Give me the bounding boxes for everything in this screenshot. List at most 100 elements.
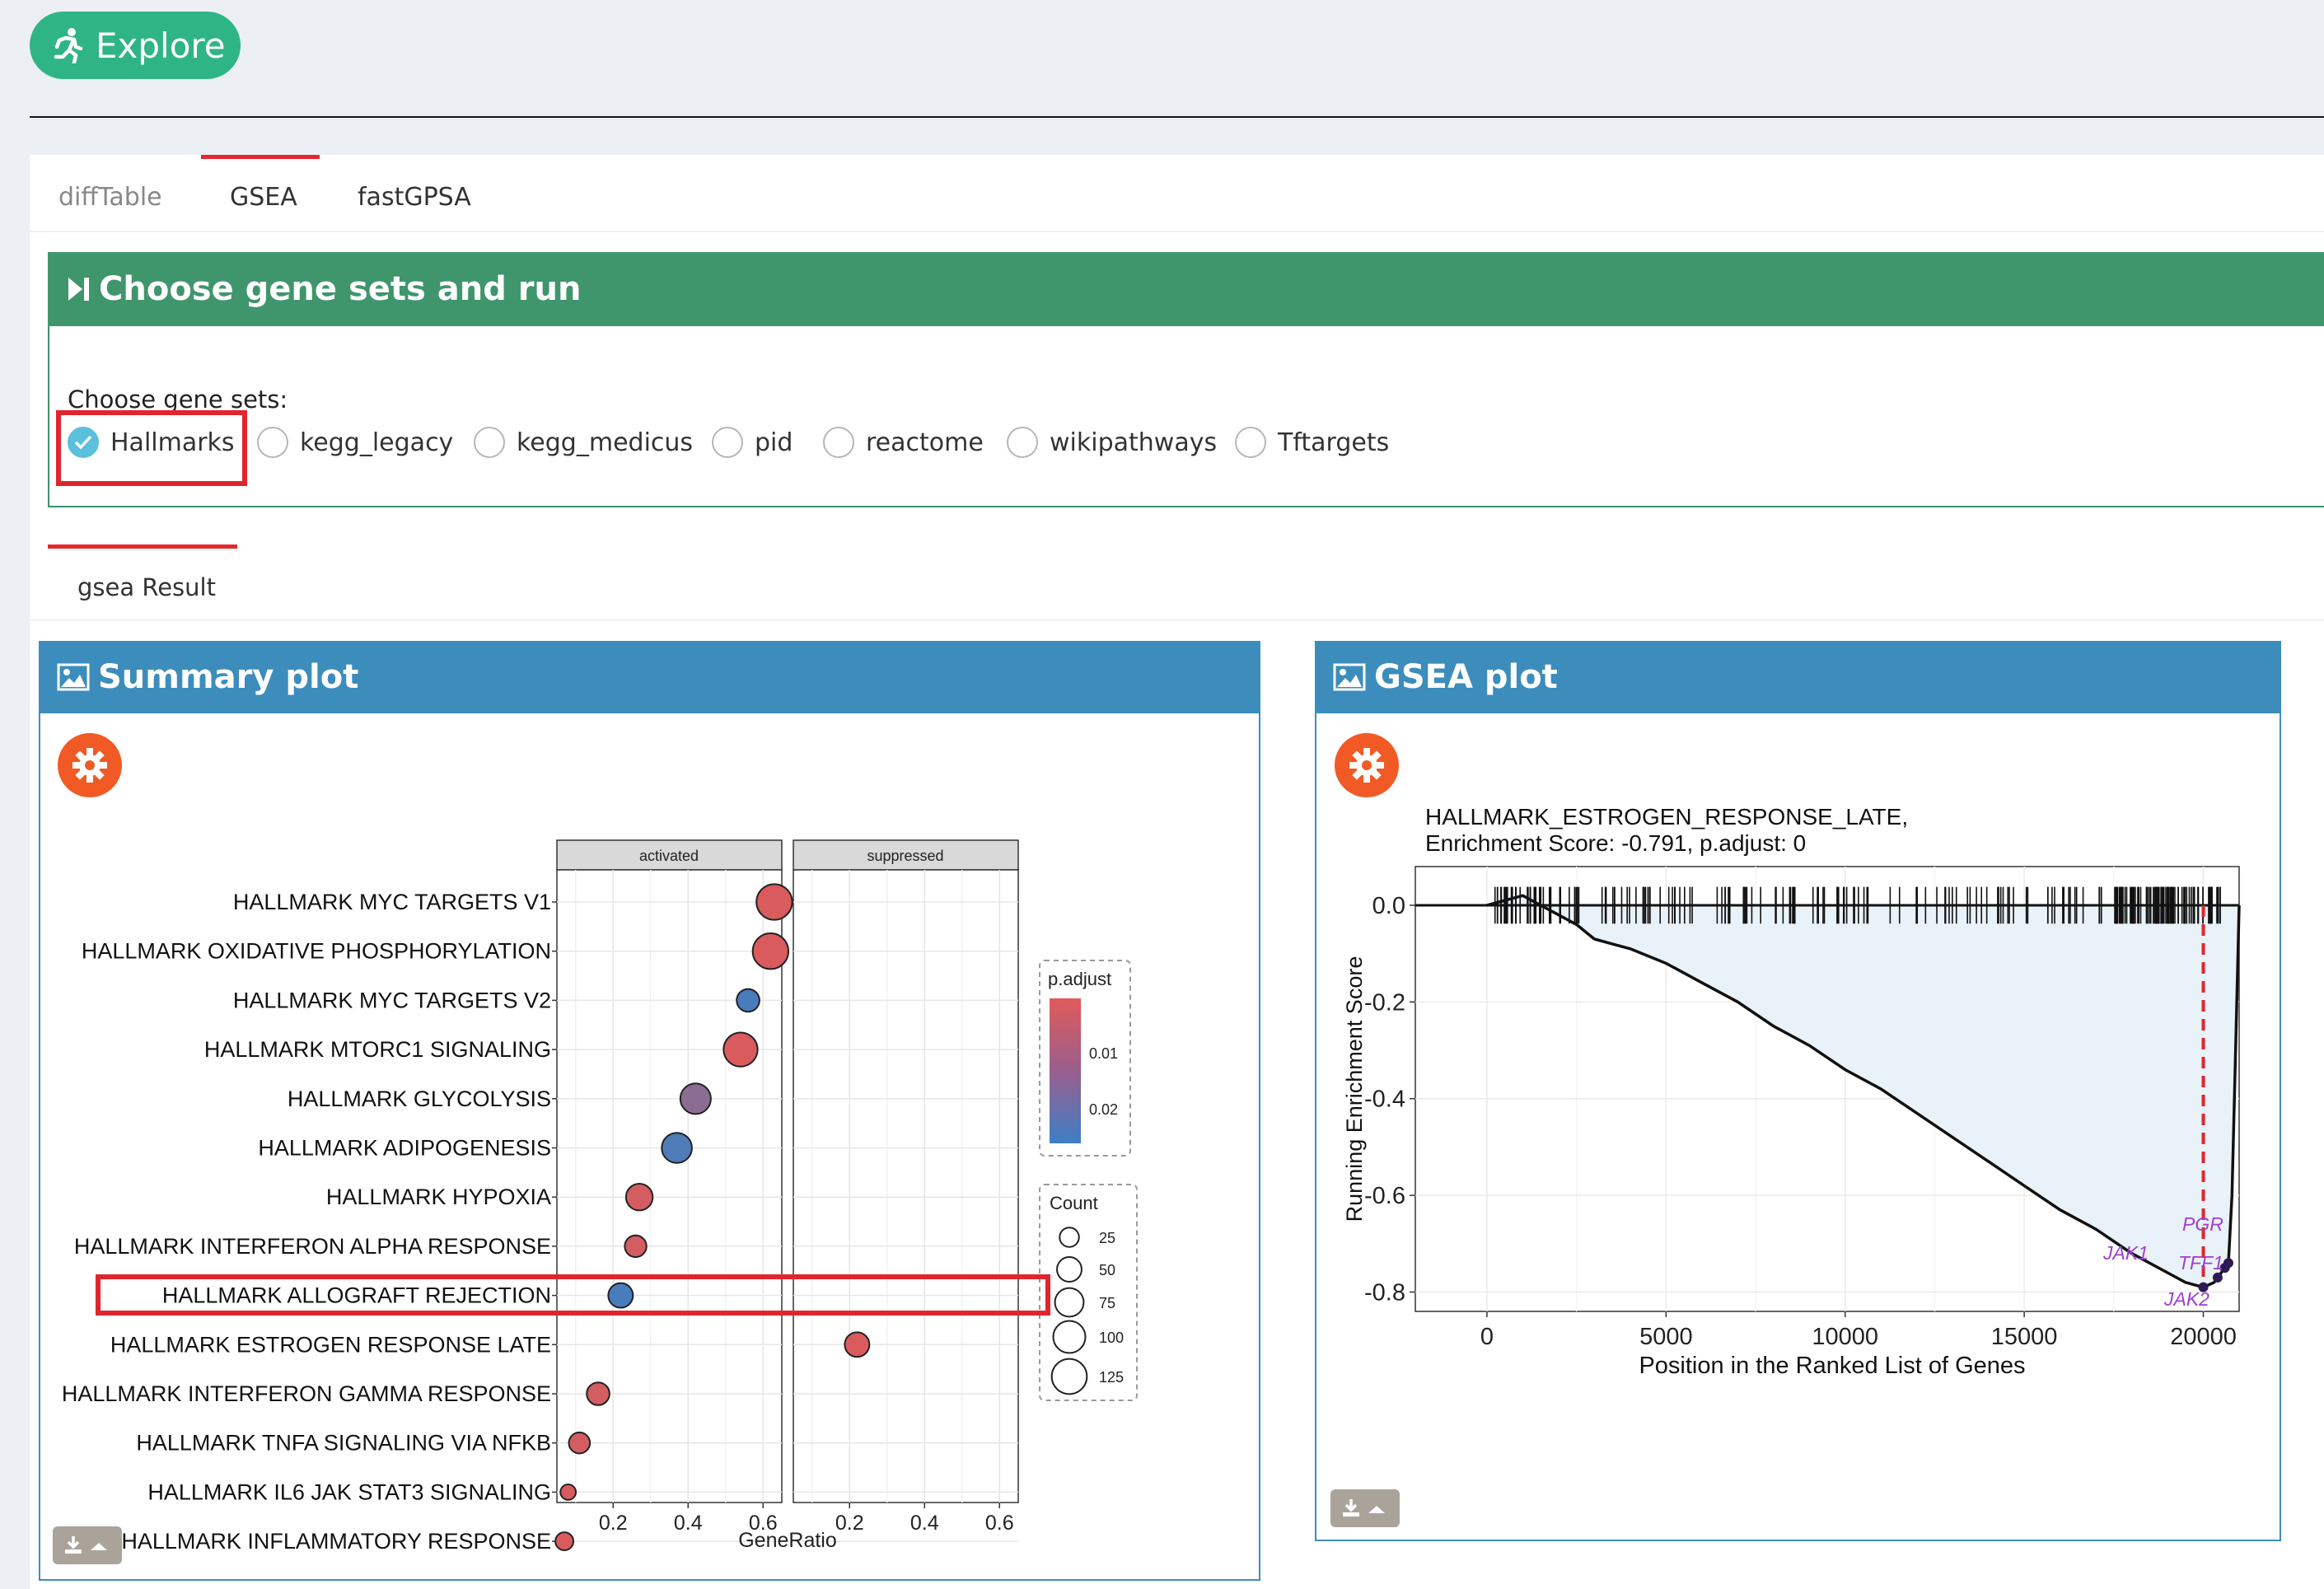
- image-icon: [57, 663, 90, 691]
- active-tab-indicator: [201, 155, 320, 159]
- gsea-y-axis-title: Running Enrichment Score: [1342, 956, 1367, 1222]
- gsea-chart-subtitle: Enrichment Score: -0.791, p.adjust: 0: [1425, 830, 1806, 856]
- radio-pid[interactable]: pid: [712, 427, 793, 458]
- y-tick-label: -0.2: [1364, 989, 1405, 1016]
- radio-circle-icon: [1007, 427, 1038, 458]
- x-axis-title: GeneRatio: [738, 1529, 837, 1552]
- choose-gene-sets-title: Choose gene sets and run: [99, 270, 582, 308]
- category-label: HALLMARK INFLAMMATORY RESPONSE: [121, 1529, 551, 1554]
- result-divider: [30, 619, 2324, 621]
- gsea-chart-title: HALLMARK_ESTROGEN_RESPONSE_LATE,: [1425, 804, 1908, 830]
- dot-point: [722, 1031, 759, 1068]
- radio-label: pid: [755, 428, 793, 457]
- result-tab-indicator: [48, 544, 237, 549]
- x-tick-label: 0.2: [599, 1512, 628, 1535]
- y-tick-label: -0.6: [1364, 1183, 1405, 1209]
- play-step-icon: [68, 278, 89, 301]
- gsea-download-button[interactable]: [1330, 1489, 1400, 1527]
- dot-point: [751, 932, 790, 970]
- summary-download-button[interactable]: [53, 1526, 122, 1564]
- y-tick-label: -0.8: [1364, 1280, 1405, 1306]
- radio-label: kegg_medicus: [517, 428, 694, 457]
- legend-padjust-tick: 0.01: [1089, 1045, 1118, 1062]
- radio-circle-icon: [823, 427, 854, 458]
- hallmarks-highlight-box: [56, 410, 247, 486]
- y-tick-label: 0.0: [1372, 893, 1405, 919]
- gsea-enrichment-plot: HALLMARK_ESTROGEN_RESPONSE_LATE, Enrichm…: [1342, 804, 2241, 1379]
- legend-count-circle: [1059, 1227, 1080, 1248]
- summary-dot-plot: activated suppressed HALLMARK MYC TARGET…: [62, 839, 1138, 1554]
- gene-label-pgr: PGR: [2182, 1213, 2223, 1235]
- tabs-divider: [30, 231, 2324, 232]
- legend-count-circle: [1050, 1358, 1088, 1395]
- x-tick-label: 0.4: [910, 1512, 939, 1535]
- dot-point: [844, 1331, 871, 1358]
- gsea-plot-title: GSEA plot: [1374, 658, 1558, 696]
- legend-count-circle: [1052, 1320, 1087, 1354]
- tab-fastgpsa[interactable]: fastGPSA: [358, 183, 471, 212]
- dot-point: [755, 883, 793, 921]
- choose-gene-sets-label: Choose gene sets:: [68, 386, 288, 414]
- tab-difftable[interactable]: diffTable: [58, 183, 162, 212]
- radio-kegg-legacy[interactable]: kegg_legacy: [257, 427, 453, 458]
- top-divider: [30, 116, 2324, 118]
- gsea-plot-header: GSEA plot: [1315, 641, 2281, 713]
- category-label: HALLMARK MTORC1 SIGNALING: [204, 1037, 551, 1062]
- gsea-settings-button[interactable]: [1335, 733, 1399, 797]
- radio-label: kegg_legacy: [300, 428, 454, 457]
- radio-kegg-medicus[interactable]: kegg_medicus: [474, 427, 693, 458]
- gsea-x-axis-title: Position in the Ranked List of Genes: [1639, 1353, 2025, 1379]
- category-label: HALLMARK MYC TARGETS V2: [233, 988, 551, 1012]
- explore-button[interactable]: Explore: [30, 12, 241, 79]
- tab-gsea[interactable]: GSEA: [230, 183, 297, 212]
- category-label: HALLMARK ESTROGEN RESPONSE LATE: [110, 1332, 551, 1357]
- radio-label: reactome: [866, 428, 984, 457]
- legend-padjust-gradient: [1050, 998, 1081, 1143]
- radio-reactome[interactable]: reactome: [823, 427, 984, 458]
- category-label: HALLMARK IL6 JAK STAT3 SIGNALING: [147, 1479, 551, 1504]
- x-tick-label: 10000: [1812, 1324, 1878, 1350]
- tab-gsea-result[interactable]: gsea Result: [77, 573, 216, 601]
- x-tick-label: 20000: [2170, 1324, 2237, 1350]
- radio-label: Tftargets: [1278, 428, 1390, 457]
- summary-settings-button[interactable]: [58, 733, 122, 797]
- x-tick-label: 0.4: [674, 1512, 703, 1535]
- download-icon: [65, 1536, 107, 1554]
- category-label: HALLMARK OXIDATIVE PHOSPHORYLATION: [82, 939, 551, 964]
- gear-icon: [1349, 748, 1384, 783]
- dot-point: [607, 1282, 634, 1309]
- leading-edge-point: [2212, 1272, 2223, 1283]
- radio-circle-icon: [474, 427, 505, 458]
- summary-plot-header: Summary plot: [39, 641, 1260, 713]
- category-label: HALLMARK ADIPOGENESIS: [258, 1136, 551, 1161]
- dot-point: [679, 1082, 712, 1115]
- y-tick-label: -0.4: [1364, 1087, 1405, 1113]
- image-icon: [1333, 663, 1366, 691]
- gene-label-jak1: JAK1: [2102, 1242, 2149, 1264]
- dot-point: [661, 1132, 693, 1164]
- legend-count-title: Count: [1050, 1193, 1098, 1213]
- category-label: HALLMARK TNFA SIGNALING VIA NFKB: [136, 1431, 551, 1456]
- dot-point: [554, 1531, 575, 1552]
- radio-tftargets[interactable]: Tftargets: [1235, 427, 1389, 458]
- legend-padjust-tick: 0.02: [1089, 1101, 1118, 1118]
- dot-point: [586, 1381, 610, 1406]
- dot-point: [559, 1484, 577, 1501]
- running-person-icon: [54, 28, 83, 63]
- legend-count-tick: 75: [1099, 1295, 1115, 1311]
- gear-icon: [72, 748, 107, 783]
- x-tick-label: 15000: [1991, 1324, 2058, 1350]
- legend-count-tick: 25: [1099, 1230, 1115, 1246]
- category-label: HALLMARK INTERFERON GAMMA RESPONSE: [62, 1381, 551, 1406]
- legend-padjust-title: p.adjust: [1048, 969, 1111, 989]
- leading-edge-point: [2223, 1258, 2233, 1269]
- dot-point: [568, 1431, 592, 1455]
- radio-label: wikipathways: [1050, 428, 1218, 457]
- x-tick-label: 0.6: [985, 1512, 1014, 1535]
- category-label: HALLMARK ALLOGRAFT REJECTION: [162, 1283, 551, 1308]
- legend-count-tick: 100: [1099, 1330, 1124, 1346]
- download-icon: [1343, 1499, 1385, 1517]
- radio-wikipathways[interactable]: wikipathways: [1007, 427, 1217, 458]
- dot-point: [624, 1234, 648, 1259]
- dot-point: [736, 988, 760, 1013]
